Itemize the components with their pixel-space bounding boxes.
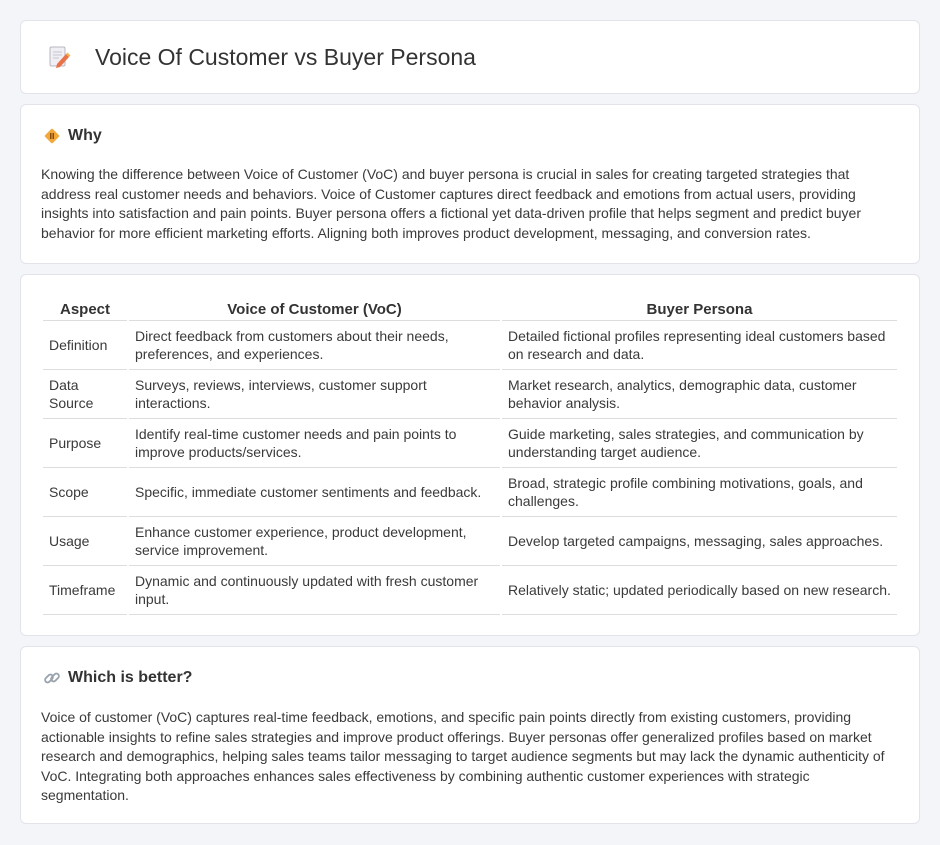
aspect-cell: Scope [43, 468, 127, 517]
why-heading: Why [68, 127, 102, 144]
diamond-sign-icon [43, 127, 61, 145]
header-buyer-persona: Buyer Persona [502, 295, 897, 321]
header-aspect: Aspect [43, 295, 127, 321]
table-row: Usage Enhance customer experience, produ… [43, 517, 897, 566]
page-title: Voice Of Customer vs Buyer Persona [95, 43, 476, 70]
why-section: Why Knowing the difference between Voice… [20, 104, 920, 264]
persona-cell: Develop targeted campaigns, messaging, s… [502, 517, 897, 566]
better-text: Voice of customer (VoC) captures real-ti… [41, 709, 885, 803]
better-heading-row: Which is better? [43, 669, 192, 687]
persona-cell: Broad, strategic profile combining motiv… [502, 468, 897, 517]
table-row: Timeframe Dynamic and continuously updat… [43, 566, 897, 615]
document-pencil-icon [45, 43, 73, 71]
comparison-section: Aspect Voice of Customer (VoC) Buyer Per… [20, 274, 920, 636]
persona-cell: Relatively static; updated periodically … [502, 566, 897, 615]
voc-cell: Surveys, reviews, interviews, customer s… [129, 370, 500, 419]
voc-cell: Identify real-time customer needs and pa… [129, 419, 500, 468]
voc-cell: Direct feedback from customers about the… [129, 321, 500, 370]
aspect-cell: Data Source [43, 370, 127, 419]
header-card: Voice Of Customer vs Buyer Persona [20, 20, 920, 94]
why-text: Knowing the difference between Voice of … [41, 166, 861, 241]
link-icon [43, 669, 61, 687]
header-voc: Voice of Customer (VoC) [129, 295, 500, 321]
persona-cell: Guide marketing, sales strategies, and c… [502, 419, 897, 468]
better-heading: Which is better? [68, 669, 193, 686]
persona-cell: Detailed fictional profiles representing… [502, 321, 897, 370]
table-header-row: Aspect Voice of Customer (VoC) Buyer Per… [43, 295, 897, 321]
persona-cell: Market research, analytics, demographic … [502, 370, 897, 419]
why-heading-row: Why [43, 127, 102, 145]
table-row: Definition Direct feedback from customer… [43, 321, 897, 370]
table-row: Purpose Identify real-time customer need… [43, 419, 897, 468]
voc-cell: Specific, immediate customer sentiments … [129, 468, 500, 517]
aspect-cell: Definition [43, 321, 127, 370]
aspect-cell: Purpose [43, 419, 127, 468]
voc-cell: Enhance customer experience, product dev… [129, 517, 500, 566]
voc-cell: Dynamic and continuously updated with fr… [129, 566, 500, 615]
which-is-better-section: Which is better? Voice of customer (VoC)… [20, 646, 920, 824]
aspect-cell: Timeframe [43, 566, 127, 615]
aspect-cell: Usage [43, 517, 127, 566]
title-row: Voice Of Customer vs Buyer Persona [45, 43, 476, 71]
comparison-table: Aspect Voice of Customer (VoC) Buyer Per… [41, 295, 899, 615]
table-row: Data Source Surveys, reviews, interviews… [43, 370, 897, 419]
table-row: Scope Specific, immediate customer senti… [43, 468, 897, 517]
